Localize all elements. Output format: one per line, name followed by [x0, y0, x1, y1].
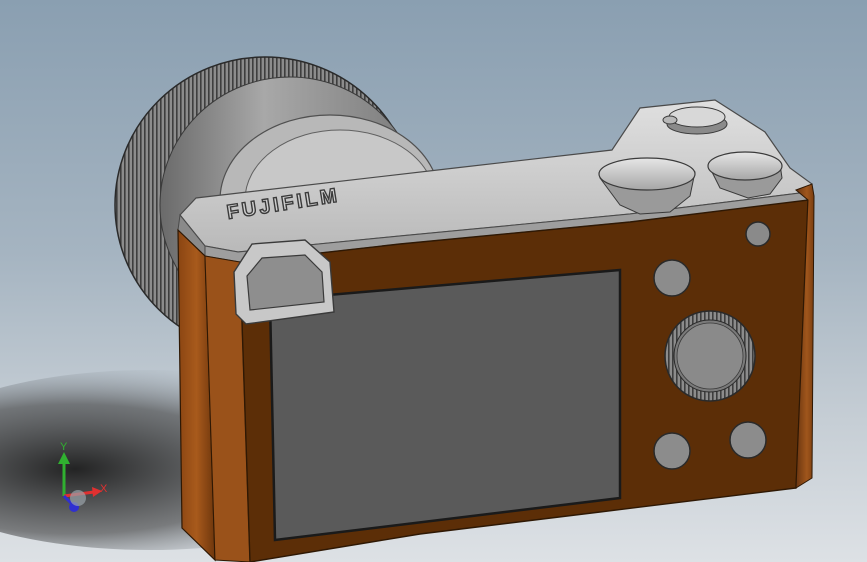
power-lever-icon[interactable] — [662, 115, 678, 125]
viewfinder-eyecup[interactable] — [233, 239, 335, 325]
cad-viewport[interactable]: FUJIFILM Y X — [0, 0, 867, 562]
display-back-button[interactable] — [729, 421, 767, 459]
triad-sphere — [70, 490, 86, 506]
x-axis-label: X — [100, 483, 108, 495]
control-dial[interactable] — [664, 310, 756, 402]
y-axis-arrow-head — [58, 452, 70, 464]
ae-button[interactable] — [653, 259, 691, 297]
axis-triad: Y X — [58, 441, 108, 512]
y-axis-label: Y — [60, 441, 68, 453]
eyecup-inner — [246, 254, 325, 311]
menu-button[interactable] — [653, 432, 691, 470]
camera-model[interactable]: FUJIFILM — [0, 0, 867, 562]
small-top-button[interactable] — [745, 221, 771, 247]
